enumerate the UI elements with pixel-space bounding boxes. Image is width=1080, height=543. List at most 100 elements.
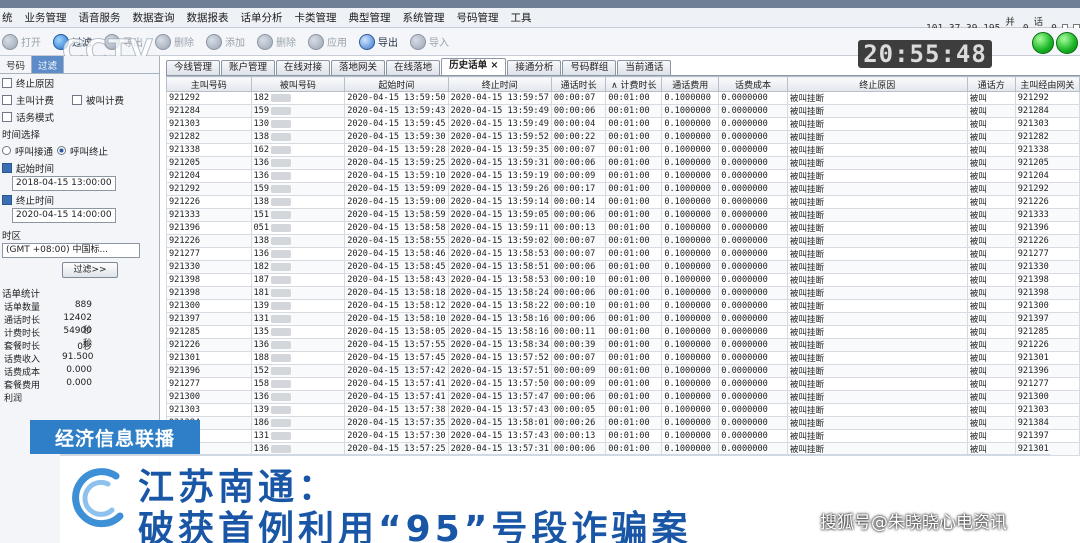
tab-0[interactable]: 今线管理 <box>166 60 221 75</box>
table-cell: 0.1000000 <box>661 221 720 235</box>
filter-traffic-mode[interactable]: 话务模式 <box>0 108 159 125</box>
table-row[interactable]: 921397 131 2020-04-15 13:57:30 2020-04-15 1… <box>166 429 1080 443</box>
menu-item-0[interactable]: 统 <box>2 10 13 25</box>
radio-call-connect[interactable] <box>2 146 11 155</box>
column-header-9[interactable]: 通话方 <box>966 76 1016 92</box>
column-header-3[interactable]: 终止时间 <box>447 76 552 92</box>
cell-value: 182 <box>253 93 270 103</box>
column-header-1[interactable]: 被叫号码 <box>250 76 346 92</box>
start-time-toggle[interactable]: 起始时间 <box>0 159 159 176</box>
toolbar-button-5[interactable]: 删除 <box>257 33 296 50</box>
cell-value: 2020-04-15 13:57:55 <box>347 340 446 350</box>
table-row[interactable]: 921205 136 2020-04-15 13:59:25 2020-04-15 1… <box>166 156 1080 170</box>
table-row[interactable]: 921398 187 2020-04-15 13:58:43 2020-04-15 1… <box>166 273 1080 287</box>
menu-item-8[interactable]: 系统管理 <box>403 10 445 25</box>
menu-item-9[interactable]: 号码管理 <box>457 10 499 25</box>
table-row[interactable]: 921397 131 2020-04-15 13:58:10 2020-04-15 1… <box>166 312 1080 326</box>
checkbox[interactable] <box>2 194 12 205</box>
table-row[interactable]: 921303 130 2020-04-15 13:59:45 2020-04-15 1… <box>166 117 1080 131</box>
menu-item-10[interactable]: 工具 <box>511 10 532 25</box>
end-time-input[interactable]: 2020-04-15 14:00:00 <box>12 208 116 223</box>
table-cell: 0.1000000 <box>661 104 720 118</box>
checkbox[interactable] <box>2 111 12 122</box>
tab-8[interactable]: 当前通话 <box>617 60 672 75</box>
menu-item-4[interactable]: 数据报表 <box>187 10 229 25</box>
start-time-input[interactable]: 2018-04-15 13:00:00 <box>12 176 116 191</box>
table-row[interactable]: 921277 158 2020-04-15 13:57:41 2020-04-15 1… <box>166 377 1080 391</box>
sidebar-tab-filter[interactable]: 过滤 <box>32 56 65 73</box>
tab-3[interactable]: 落地网关 <box>331 60 386 75</box>
table-cell: 136 <box>250 169 346 183</box>
checkbox[interactable] <box>2 77 12 88</box>
column-header-5[interactable]: ∧ 计费时长 <box>605 76 663 92</box>
table-row[interactable]: 921396 051 2020-04-15 13:58:58 2020-04-15 1… <box>166 221 1080 235</box>
table-row[interactable]: 921384 186 2020-04-15 13:57:35 2020-04-15 1… <box>166 416 1080 430</box>
table-cell: 2020-04-15 13:59:45 <box>344 117 449 131</box>
table-row[interactable]: 921333 151 2020-04-15 13:58:59 2020-04-15 1… <box>166 208 1080 222</box>
table-cell: 0.0000000 <box>718 117 788 131</box>
table-row[interactable]: 921204 136 2020-04-15 13:59:10 2020-04-15 1… <box>166 169 1080 183</box>
table-row[interactable]: 921300 136 2020-04-15 13:57:41 2020-04-15 1… <box>166 390 1080 404</box>
table-row[interactable]: 921396 152 2020-04-15 13:57:42 2020-04-15 1… <box>166 364 1080 378</box>
table-row[interactable]: 921226 136 2020-04-15 13:57:55 2020-04-15 1… <box>166 338 1080 352</box>
toolbar-button-0[interactable]: 打开 <box>2 33 41 50</box>
menu-item-5[interactable]: 话单分析 <box>241 10 283 25</box>
menu-item-7[interactable]: 典型管理 <box>349 10 391 25</box>
menu-item-2[interactable]: 语音服务 <box>79 10 121 25</box>
filter-end-reason[interactable]: 终止原因 <box>0 74 159 91</box>
table-row[interactable]: 921338 162 2020-04-15 13:59:28 2020-04-15 1… <box>166 143 1080 157</box>
table-row[interactable]: 921226 138 2020-04-15 13:58:55 2020-04-15 1… <box>166 234 1080 248</box>
table-row[interactable]: 921398 181 2020-04-15 13:58:18 2020-04-15 1… <box>166 286 1080 300</box>
table-row[interactable]: 921301 188 2020-04-15 13:57:45 2020-04-15 1… <box>166 351 1080 365</box>
menu-item-1[interactable]: 业务管理 <box>25 10 67 25</box>
cell-value: 921398 <box>169 275 201 285</box>
filter-caller-billing[interactable]: 主叫计费 被叫计费 <box>0 91 159 108</box>
column-header-0[interactable]: 主叫号码 <box>166 76 252 92</box>
column-header-10[interactable]: 主叫经由网关 <box>1014 76 1080 92</box>
table-row[interactable]: 921330 182 2020-04-15 13:58:45 2020-04-15 1… <box>166 260 1080 274</box>
table-row[interactable]: 921300 139 2020-04-15 13:58:12 2020-04-15 1… <box>166 299 1080 313</box>
sidebar-tab-number[interactable]: 号码 <box>0 56 33 73</box>
table-row[interactable]: 921282 138 2020-04-15 13:59:30 2020-04-15 1… <box>166 130 1080 144</box>
checkbox[interactable] <box>72 94 83 105</box>
checkbox[interactable] <box>2 162 12 173</box>
filter-button[interactable]: 过滤>> <box>62 262 118 278</box>
table-cell: 2020-04-15 13:57:55 <box>344 338 449 352</box>
checkbox-label: 话务模式 <box>16 112 55 124</box>
table-row[interactable]: 921292 159 2020-04-15 13:59:09 2020-04-15 1… <box>166 182 1080 196</box>
tab-7[interactable]: 号码群组 <box>562 60 617 75</box>
checkbox[interactable] <box>2 94 12 105</box>
source-watermark: 搜狐号@朱晓晓心电资讯 <box>820 513 1007 533</box>
toolbar-button-8[interactable]: 导入 <box>410 33 449 50</box>
cell-value: 921303 <box>1017 405 1049 415</box>
table-row[interactable]: 921292 182 2020-04-15 13:59:50 2020-04-15 1… <box>166 91 1080 105</box>
radio-label: 呼叫接通 <box>15 146 54 158</box>
tab-2[interactable]: 在线对接 <box>276 60 331 75</box>
timezone-select[interactable]: (GMT +08:00) 中国标... <box>2 243 140 258</box>
table-row[interactable]: 921226 138 2020-04-15 13:59:00 2020-04-15 1… <box>166 195 1080 209</box>
column-header-8[interactable]: 终止原因 <box>786 76 968 92</box>
column-header-4[interactable]: 通话时长 <box>550 76 607 92</box>
column-header-6[interactable]: 通话费用 <box>661 76 720 92</box>
tab-6[interactable]: 接通分析 <box>507 60 562 75</box>
tab-4[interactable]: 在线落地 <box>386 60 441 75</box>
end-time-toggle[interactable]: 终止时间 <box>0 191 159 208</box>
tab-5[interactable]: 历史话单 × <box>441 58 507 75</box>
toolbar-button-6[interactable]: 应用 <box>308 33 347 50</box>
table-row[interactable]: 921285 135 2020-04-15 13:58:05 2020-04-15 1… <box>166 325 1080 339</box>
tab-1[interactable]: 账户管理 <box>221 60 276 75</box>
menu-item-3[interactable]: 数据查询 <box>133 10 175 25</box>
cell-value: 921303 <box>169 119 201 129</box>
cell-value: 被叫 <box>969 94 987 104</box>
toolbar-button-3[interactable]: 删除 <box>155 33 194 50</box>
cell-value: 921205 <box>1017 158 1049 168</box>
table-row[interactable]: 921303 139 2020-04-15 13:57:38 2020-04-15 1… <box>166 403 1080 417</box>
toolbar-button-7[interactable]: 导出 <box>359 33 398 50</box>
column-header-2[interactable]: 起始时间 <box>344 76 449 92</box>
table-row[interactable]: 921277 136 2020-04-15 13:58:46 2020-04-15 1… <box>166 247 1080 261</box>
radio-call-end[interactable] <box>57 146 67 155</box>
column-header-7[interactable]: 话费成本 <box>718 76 788 92</box>
table-row[interactable]: 921284 159 2020-04-15 13:59:43 2020-04-15 1… <box>166 104 1080 118</box>
toolbar-button-4[interactable]: 添加 <box>206 33 245 50</box>
menu-item-6[interactable]: 卡类管理 <box>295 10 337 25</box>
